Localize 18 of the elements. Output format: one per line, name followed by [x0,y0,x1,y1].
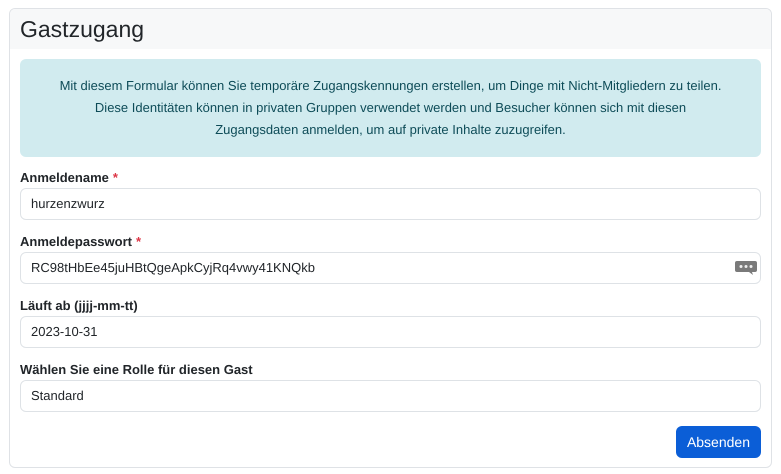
field-value: hurzenzwurz [31,195,105,214]
password-manager-icon [735,261,757,276]
field-label: Wählen Sie eine Rolle für diesen Gast [20,361,253,378]
input-field[interactable]: RC98tHbEe45juHBtQgeApkCyjRq4vwy41KNQkb [20,252,761,284]
submit-button[interactable]: Absenden [676,426,761,458]
field-value: Standard [31,387,84,406]
required-mark: * [136,233,142,250]
field-value: RC98tHbEe45juHBtQgeApkCyjRq4vwy41KNQkb [31,259,315,278]
field-label: Anmeldename [20,169,109,186]
input-field[interactable]: 2023-10-31 [20,316,761,348]
field-label: Läuft ab (jjjj-mm-tt) [20,297,138,314]
input-field[interactable]: hurzenzwurz [20,188,761,220]
field-label: Anmeldepasswort [20,233,132,250]
field-value: 2023-10-31 [31,323,98,342]
input-field[interactable]: Standard [20,380,761,412]
required-mark: * [112,169,118,186]
info-alert: Mit diesem Formular können Sie temporäre Zugangskennungen erstellen, um Dinge mit Nicht-Mitgliedern zu teilen. Diese Identitäten können in privaten Gruppen verwendet werden und Besucher können sich mit diesen Zugangsdaten anmelden, um auf private Inhalte zuzugreifen. [20,59,761,157]
card-title: Gastzugang [20,18,144,40]
